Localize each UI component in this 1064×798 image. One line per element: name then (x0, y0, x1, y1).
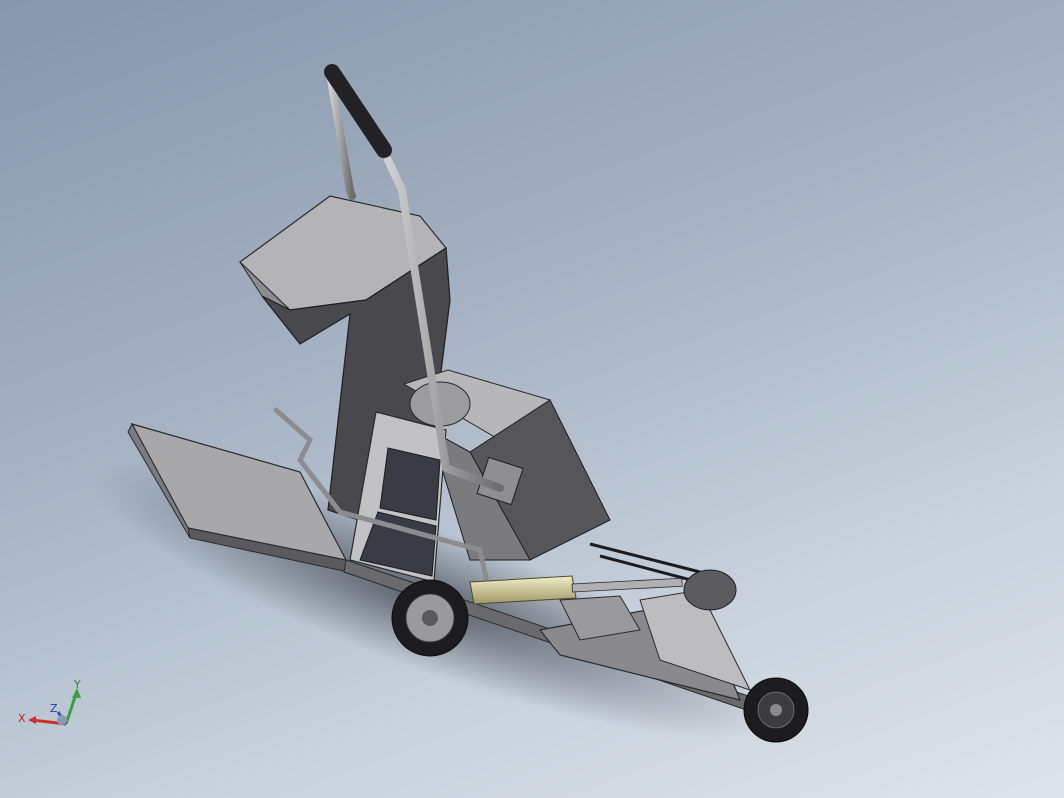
triad-origin (57, 715, 67, 725)
rear-wheel-hub (770, 704, 782, 716)
triad-x-arrow (28, 716, 36, 724)
triad-y-axis (64, 693, 78, 725)
cad-model-cart[interactable] (0, 0, 1064, 798)
triad-x-label: X (18, 712, 26, 725)
roller-drum (683, 569, 737, 611)
hydraulic-rod (571, 577, 683, 593)
orientation-triad[interactable]: X Y Z (14, 678, 94, 742)
display-screen-upper (379, 447, 441, 521)
triad-y-label: Y (73, 678, 81, 691)
triad-z-label: Z (50, 702, 58, 715)
graphics-viewport[interactable]: X Y Z (0, 0, 1064, 798)
front-wheel-hub (422, 610, 438, 626)
